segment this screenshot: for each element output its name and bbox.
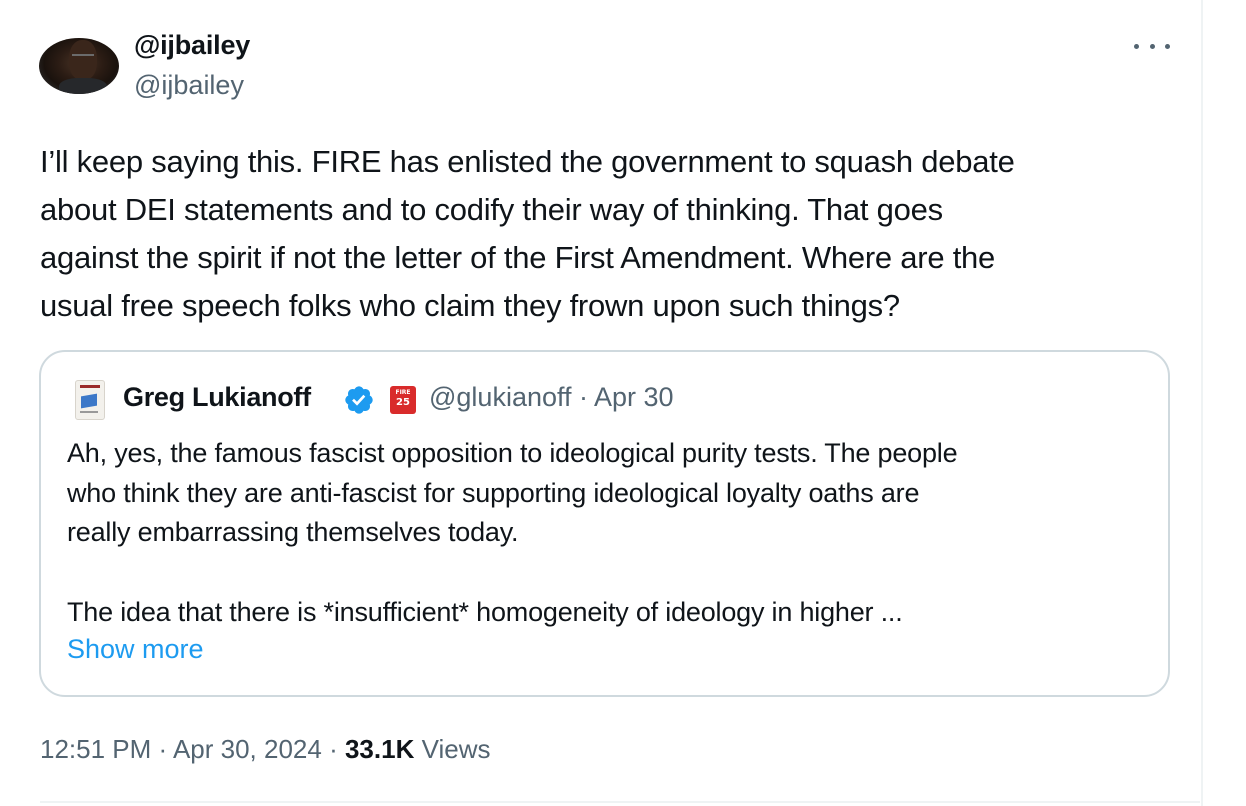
author-handle[interactable]: @ijbailey — [134, 70, 244, 101]
quoted-handle-date[interactable]: @glukianoff · Apr 30 — [429, 382, 674, 413]
quoted-text-line: really embarrassing themselves today. — [67, 517, 519, 547]
quoted-text-line: Ah, yes, the famous fascist opposition t… — [67, 438, 958, 468]
bottom-divider — [40, 801, 1200, 803]
quoted-author-name[interactable]: Greg Lukianoff — [123, 382, 311, 413]
author-avatar[interactable] — [39, 38, 119, 94]
more-dot — [1134, 43, 1139, 49]
tweet-text-line: against the spirit if not the letter of … — [40, 240, 996, 275]
avatar-face — [69, 40, 97, 80]
more-dot — [1149, 43, 1155, 49]
tweet-text-line: about DEI statements and to codify their… — [40, 192, 943, 227]
quoted-tweet-text: Ah, yes, the famous fascist opposition t… — [67, 434, 1147, 632]
book-cover-line — [80, 411, 98, 413]
quoted-text-line: who think they are anti-fascist for supp… — [67, 477, 920, 508]
tweet-text: I’ll keep saying this. FIRE has enlisted… — [40, 138, 1180, 330]
tweet-text-line: usual free speech folks who claim they f… — [40, 288, 900, 323]
views-label: Views — [414, 734, 491, 764]
quoted-tweet-card[interactable]: Greg Lukianoff FIRE 25 @glukianoff · Apr… — [39, 350, 1170, 697]
affiliate-badge-line1: FIRE — [395, 389, 411, 396]
tweet-timestamp[interactable]: 12:51 PM · Apr 30, 2024 · — [40, 734, 345, 764]
book-cover-art — [81, 393, 97, 409]
verified-badge-icon — [345, 386, 373, 414]
author-display-name[interactable]: @ijbailey — [134, 30, 250, 61]
fire-affiliate-icon[interactable]: FIRE 25 — [390, 386, 416, 414]
more-dot — [1165, 43, 1170, 49]
quoted-author-avatar[interactable] — [75, 380, 105, 420]
affiliate-badge-line2: 25 — [396, 397, 410, 408]
show-more-link[interactable]: Show more — [67, 634, 204, 665]
column-divider — [1201, 0, 1203, 806]
quoted-text-line: The idea that there is *insufficient* ho… — [67, 596, 903, 627]
more-icon[interactable] — [1134, 36, 1170, 56]
tweet-page: @ijbailey @ijbailey I’ll keep saying thi… — [0, 0, 1246, 806]
avatar-glasses — [72, 54, 94, 59]
avatar-shirt — [59, 78, 107, 94]
tweet-metadata: 12:51 PM · Apr 30, 2024 · 33.1K Views — [40, 734, 490, 765]
book-cover-title — [80, 385, 100, 388]
tweet-text-line: I’ll keep saying this. FIRE has enlisted… — [40, 144, 1015, 179]
views-count[interactable]: 33.1K — [345, 734, 414, 764]
